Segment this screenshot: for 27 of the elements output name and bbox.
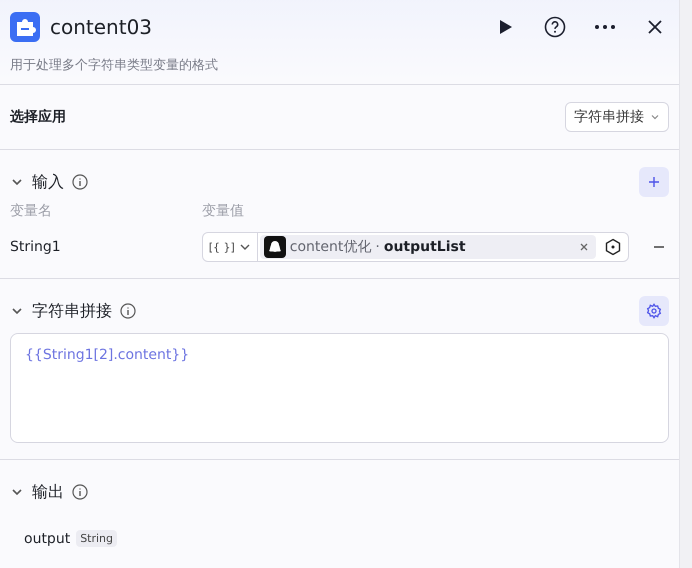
section-title: 字符串拼接 <box>32 300 112 322</box>
caret-icon <box>650 112 660 122</box>
output-name: output <box>24 530 70 546</box>
column-header: 变量名 <box>10 202 53 220</box>
type-tag: String <box>76 530 118 547</box>
template-text: {{String1[2].content}} <box>25 347 190 363</box>
plus-icon <box>648 176 660 188</box>
source-field: outputList <box>384 239 466 255</box>
select-app-label: 选择应用 <box>10 108 67 126</box>
settings-icon <box>646 303 662 319</box>
info-icon <box>72 174 88 190</box>
node-title: content03 <box>50 15 154 39</box>
variable-name: String1 <box>10 239 62 255</box>
source-node-label: content优化 <box>290 238 372 256</box>
add-button[interactable] <box>639 167 669 197</box>
info-icon <box>120 303 136 319</box>
separator-dot: · <box>375 239 380 255</box>
section-title: 输入 <box>32 172 64 192</box>
template-editor[interactable]: {{String1[2].content}} <box>10 333 669 443</box>
app-dropdown[interactable]: 字符串拼接 <box>565 102 669 132</box>
variable-value-field[interactable]: [{ }] content优化 · outputList <box>202 232 629 262</box>
node-description: 用于处理多个字符串类型变量的格式 <box>10 57 219 74</box>
settings-button[interactable] <box>639 296 669 326</box>
section-title: 输出 <box>32 482 64 502</box>
info-icon <box>72 484 88 500</box>
type-selector[interactable]: [{ }] <box>202 233 258 261</box>
column-header: 变量值 <box>202 202 244 220</box>
